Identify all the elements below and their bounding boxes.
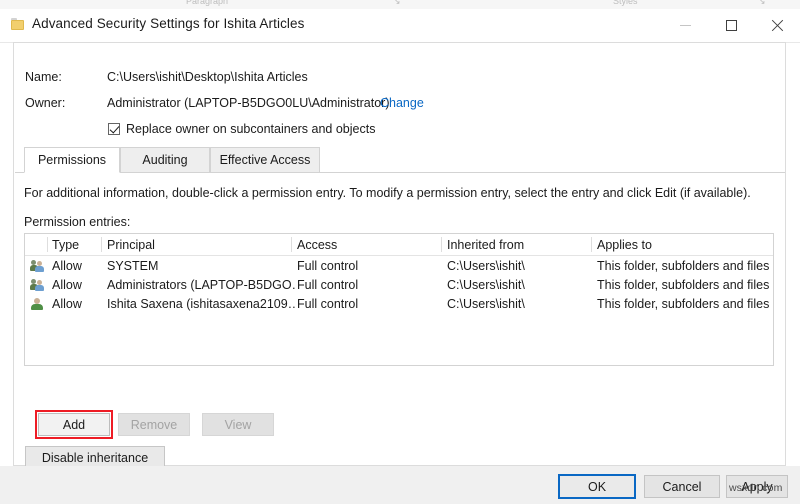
tab-permissions-label: Permissions [38, 153, 106, 167]
minimize-button[interactable] [662, 9, 708, 42]
row-inherited-from: C:\Users\ishit\ [447, 297, 587, 311]
tab-effective-access[interactable]: Effective Access [210, 147, 320, 173]
row-type: Allow [52, 259, 102, 273]
permission-entries-label: Permission entries: [24, 215, 130, 229]
close-button[interactable] [754, 9, 800, 42]
replace-owner-label: Replace owner on subcontainers and objec… [126, 122, 375, 136]
row-access: Full control [297, 259, 442, 273]
dialog-footer: OK Cancel Apply [0, 466, 800, 504]
tab-auditing[interactable]: Auditing [120, 147, 210, 173]
owner-label: Owner: [25, 96, 65, 110]
folder-icon [11, 18, 24, 30]
ribbon-launcher-icon-2: ↘ [758, 0, 766, 7]
row-applies-to: This folder, subfolders and files [597, 259, 773, 273]
owner-value: Administrator (LAPTOP-B5DGO0LU\Administr… [107, 96, 390, 110]
ribbon-group-paragraph: Paragraph [186, 0, 228, 6]
checkbox-checked-icon [108, 123, 120, 135]
column-header-applies-to[interactable]: Applies to [597, 238, 773, 252]
tab-strip: Permissions Auditing Effective Access [15, 147, 785, 173]
row-applies-to: This folder, subfolders and files [597, 278, 773, 292]
maximize-icon [726, 20, 737, 31]
tab-permissions[interactable]: Permissions [24, 147, 120, 173]
column-header-inherited-from[interactable]: Inherited from [447, 238, 587, 252]
cancel-button[interactable]: Cancel [644, 475, 720, 498]
remove-button: Remove [118, 413, 190, 436]
table-row[interactable]: Allow Administrators (LAPTOP-B5DGO… Full… [25, 275, 773, 294]
permission-entries-list[interactable]: Type Principal Access Inherited from App… [24, 233, 774, 366]
column-header-principal[interactable]: Principal [107, 238, 297, 252]
instructions-text: For additional information, double-click… [24, 186, 751, 200]
title-bar: Advanced Security Settings for Ishita Ar… [0, 9, 800, 43]
add-button[interactable]: Add [38, 413, 110, 436]
ok-button[interactable]: OK [559, 475, 635, 498]
tab-auditing-label: Auditing [142, 153, 187, 167]
group-icon [30, 259, 45, 272]
row-type: Allow [52, 297, 102, 311]
replace-owner-checkbox[interactable]: Replace owner on subcontainers and objec… [108, 122, 375, 136]
watermark: wsxdn.com [729, 482, 782, 494]
window-title: Advanced Security Settings for Ishita Ar… [32, 16, 304, 31]
ribbon-launcher-icon-1: ↘ [393, 0, 401, 7]
row-applies-to: This folder, subfolders and files [597, 297, 773, 311]
minimize-icon [680, 25, 691, 26]
row-access: Full control [297, 278, 442, 292]
ribbon-group-styles: Styles [613, 0, 638, 6]
row-principal: Administrators (LAPTOP-B5DGO… [107, 278, 297, 292]
row-type: Allow [52, 278, 102, 292]
close-icon [771, 19, 784, 32]
dialog-content-panel: Name: C:\Users\ishit\Desktop\Ishita Arti… [13, 42, 786, 466]
advanced-security-settings-dialog: Advanced Security Settings for Ishita Ar… [0, 9, 800, 504]
name-label: Name: [25, 70, 62, 84]
view-button: View [202, 413, 274, 436]
window-controls [662, 9, 800, 42]
tab-effective-access-label: Effective Access [220, 153, 311, 167]
row-inherited-from: C:\Users\ishit\ [447, 278, 587, 292]
row-principal: Ishita Saxena (ishitasaxena2109… [107, 297, 297, 311]
name-value: C:\Users\ishit\Desktop\Ishita Articles [107, 70, 308, 84]
maximize-button[interactable] [708, 9, 754, 42]
table-header-row: Type Principal Access Inherited from App… [25, 234, 773, 256]
row-inherited-from: C:\Users\ishit\ [447, 259, 587, 273]
table-row[interactable]: Allow Ishita Saxena (ishitasaxena2109… F… [25, 294, 773, 313]
column-header-type[interactable]: Type [52, 238, 102, 252]
group-icon [30, 278, 45, 291]
row-access: Full control [297, 297, 442, 311]
table-row[interactable]: Allow SYSTEM Full control C:\Users\ishit… [25, 256, 773, 275]
change-owner-link[interactable]: Change [380, 96, 424, 110]
column-header-access[interactable]: Access [297, 238, 442, 252]
user-icon [30, 297, 45, 310]
screenshot-root: Paragraph ↘ Styles ↘ Advanced Security S… [0, 0, 800, 504]
row-principal: SYSTEM [107, 259, 297, 273]
